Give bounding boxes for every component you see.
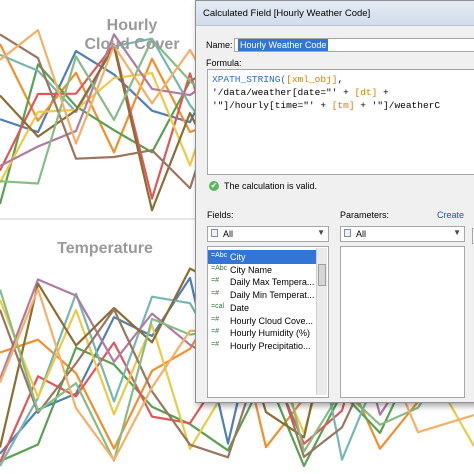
create-parameter-link[interactable]: Create [437,210,464,220]
chevron-down-icon: ▼ [453,228,461,237]
formula-editor[interactable]: XPATH_STRING([xml_obj], '/data/weather[da… [207,69,474,175]
fields-scrollbar[interactable] [316,248,327,395]
field-item[interactable]: =# Hourly Precipitatio... [208,339,316,353]
formula-token: [dt] [354,87,378,98]
name-input[interactable]: Hourly Weather Code [234,38,474,52]
cylinder-icon [211,229,218,237]
formula-token: XPATH_STRING( [212,74,287,85]
formula-token: [xml_obj] [286,74,338,85]
formula-line: '/data/weather[date="' + [dt] + [212,86,474,99]
parameters-list[interactable] [340,246,465,398]
string-type-icon: =Abc [211,252,228,259]
field-item-label: Daily Max Tempera... [230,277,315,288]
name-input-value: Hourly Weather Code [238,39,329,51]
field-item-label: City [230,252,246,262]
parameters-label: Parameters: [340,210,390,220]
check-circle-icon: ✔ [209,181,219,191]
name-label: Name: [206,40,233,50]
field-item-label: Date [230,302,250,313]
formula-token: + '"]/weatherC [354,100,441,111]
validation-text: The calculation is valid. [224,181,318,191]
field-item-label: Hourly Humidity (%) [230,328,311,339]
number-type-icon: =# [211,315,219,323]
formula-token: '"]/hourly[time="' + [212,100,332,111]
scrollbar-thumb[interactable] [318,264,326,286]
field-item-label: Hourly Precipitatio... [230,340,311,351]
date-type-icon: =cal [211,302,225,310]
dialog-title: Calculated Field [Hourly Weather Code] [203,8,371,19]
formula-token: '/data/weather[date="' + [212,87,355,98]
fields-list[interactable]: =Abc City =Abc City Name =# Daily Max Tempera… [207,246,329,398]
chevron-down-icon: ▼ [317,228,325,237]
formula-label: Formula: [206,58,242,68]
params-filter-dropdown[interactable]: All ▼ [340,226,465,242]
number-type-icon: =# [211,328,219,336]
formula-token: [tm] [331,100,355,111]
number-type-icon: =# [211,277,219,285]
fields-filter-value: All [223,229,234,239]
field-item-label: City Name [230,264,273,275]
temperature-panel-title: Temperature [57,240,153,257]
formula-token: , [337,74,344,85]
formula-line: '"]/hourly[time="' + [tm] + '"]/weatherC [212,99,474,112]
fields-filter-dropdown[interactable]: All ▼ [207,226,329,242]
string-type-icon: =Abc [211,264,228,272]
number-type-icon: =# [211,340,219,348]
cylinder-icon [344,229,351,237]
cloud-cover-panel-title: Hourly Cloud Cover [84,17,180,53]
calculated-field-dialog: Calculated Field [Hourly Weather Code] N… [195,0,474,403]
params-filter-value: All [356,229,367,239]
fields-label: Fields: [207,210,234,220]
formula-line: XPATH_STRING([xml_obj], [212,73,474,86]
field-item-label: Hourly Cloud Cove... [230,315,314,326]
field-item-label: Daily Min Temperat... [230,290,315,301]
dialog-titlebar[interactable]: Calculated Field [Hourly Weather Code] [196,1,474,26]
formula-token: + [377,87,389,98]
number-type-icon: =# [211,290,219,298]
